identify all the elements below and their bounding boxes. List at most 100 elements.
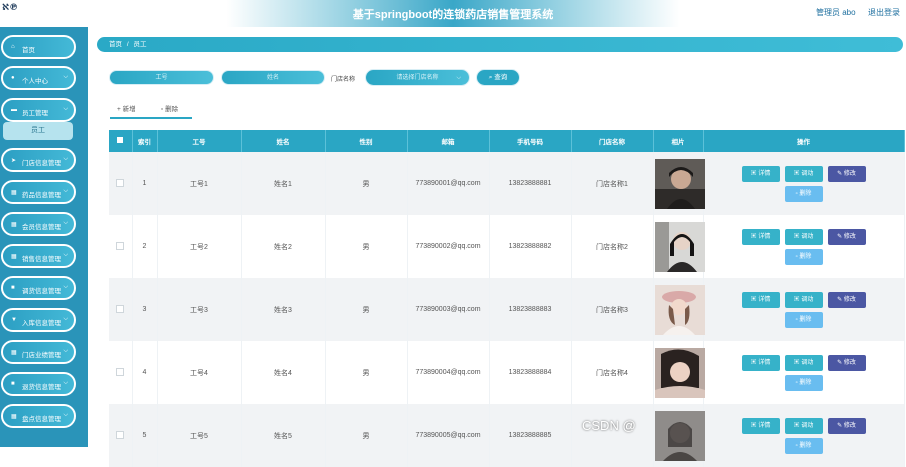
- row-checkbox[interactable]: [109, 215, 133, 278]
- column-header: 操作: [703, 130, 905, 152]
- delete-button[interactable]: ▫ 删除: [784, 185, 823, 202]
- chevron-down-icon: ⌵: [63, 348, 68, 354]
- edit-button[interactable]: ✎ 修改: [827, 165, 866, 182]
- sidebar-item-transfer-info[interactable]: ■ 调货信息管理 ⌵: [1, 276, 76, 300]
- row-gender: 男: [325, 215, 408, 278]
- transfer-button[interactable]: ▣ 调动: [784, 417, 823, 434]
- breadcrumb-current: 员工: [133, 41, 147, 48]
- row-checkbox[interactable]: [109, 278, 133, 341]
- delete-button[interactable]: ▫ 删除: [784, 374, 823, 391]
- logout-link[interactable]: 退出登录: [868, 7, 900, 18]
- top-bar: ℵ℗ 基于springboot的连锁药店销售管理系统 管理员 abo 退出登录: [0, 0, 906, 27]
- sidebar-item-sales-info[interactable]: ▦ 销售信息管理 ⌵: [1, 244, 76, 268]
- employee-photo[interactable]: [654, 284, 705, 335]
- edit-button[interactable]: ✎ 修改: [827, 228, 866, 245]
- detail-button[interactable]: ▣ 详情: [741, 417, 780, 434]
- row-actions: ▣ 详情 ▣ 调动 ✎ 修改 ▫ 删除: [703, 152, 905, 215]
- table-row: 3 工号3 姓名3 男 773890003@qq.com 13823888883…: [109, 278, 905, 341]
- sidebar-item-drug-info[interactable]: ▦ 药品信息管理 ⌵: [1, 180, 76, 204]
- grid-icon: ▦: [11, 350, 17, 356]
- delete-button[interactable]: ▫ 删除: [784, 248, 823, 265]
- sidebar-item-return-info[interactable]: ■ 退货信息管理 ⌵: [1, 372, 76, 396]
- detail-button[interactable]: ▣ 详情: [741, 228, 780, 245]
- row-phone: 13823888881: [489, 152, 572, 215]
- row-actions: ▣ 详情 ▣ 调动 ✎ 修改 ▫ 删除: [703, 278, 905, 341]
- row-index: 1: [132, 152, 158, 215]
- row-store: 门店名称4: [571, 341, 654, 404]
- transfer-label: 调动: [801, 233, 814, 240]
- sidebar-item-personal-center[interactable]: ● 个人中心 ⌵: [1, 66, 76, 90]
- row-store: 门店名称3: [571, 278, 654, 341]
- delete-button[interactable]: ▫ 删除: [784, 437, 823, 454]
- sidebar-item-home[interactable]: ⌂ 首页: [1, 35, 76, 59]
- sidebar-item-member-info[interactable]: ▦ 会员信息管理 ⌵: [1, 212, 76, 236]
- edit-button[interactable]: ✎ 修改: [827, 354, 866, 371]
- detail-button[interactable]: ▣ 详情: [741, 354, 780, 371]
- edit-button[interactable]: ✎ 修改: [827, 291, 866, 308]
- row-index: 5: [132, 404, 158, 467]
- transfer-button[interactable]: ▣ 调动: [784, 291, 823, 308]
- name-search-input[interactable]: 姓名: [221, 70, 325, 85]
- search-icon: ⌕: [488, 74, 493, 81]
- employee-photo[interactable]: [654, 410, 705, 461]
- row-email: 773890001@qq.com: [407, 152, 490, 215]
- sidebar-item-label: 员工管理: [22, 110, 48, 117]
- row-phone: 13823888885: [489, 404, 572, 467]
- row-index: 2: [132, 215, 158, 278]
- sidebar-item-stock-in-info[interactable]: ▼ 入库信息管理 ⌵: [1, 308, 76, 332]
- transfer-label: 调动: [801, 170, 814, 177]
- add-button[interactable]: + 新增: [117, 103, 136, 113]
- batch-delete-label: 删除: [165, 106, 179, 113]
- row-emp-no: 工号2: [157, 215, 242, 278]
- delete-button[interactable]: ▫ 删除: [784, 311, 823, 328]
- row-store: [571, 404, 654, 467]
- main-content: 首页 / 员工 工号 姓名 门店名称 请选择门店名称 ⌵ ⌕ 查询 + 新增 ▫…: [88, 27, 906, 467]
- action-tab-underline: [110, 117, 192, 119]
- edit-button[interactable]: ✎ 修改: [827, 417, 866, 434]
- employee-photo[interactable]: [654, 158, 705, 209]
- store-select[interactable]: 请选择门店名称 ⌵: [365, 69, 470, 86]
- row-photo-cell: [653, 404, 705, 467]
- row-checkbox[interactable]: [109, 341, 133, 404]
- store-name-label: 门店名称: [331, 77, 356, 83]
- row-checkbox[interactable]: [109, 404, 133, 467]
- sidebar-item-store-performance[interactable]: ▦ 门店业绩管理 ⌵: [1, 340, 76, 364]
- doc-icon: ▣: [750, 170, 757, 177]
- doc-icon: ▣: [750, 359, 757, 366]
- transfer-button[interactable]: ▣ 调动: [784, 165, 823, 182]
- breadcrumb-home[interactable]: 首页: [109, 41, 122, 48]
- chevron-down-icon: ⌵: [63, 156, 68, 162]
- trash-icon: ▫: [161, 106, 164, 113]
- sidebar-item-inventory-check[interactable]: ▦ 盘点信息管理 ⌵: [1, 404, 76, 428]
- doc-icon: ▣: [793, 296, 800, 303]
- detail-button[interactable]: ▣ 详情: [741, 291, 780, 308]
- row-actions: ▣ 详情 ▣ 调动 ✎ 修改 ▫ 删除: [703, 215, 905, 278]
- edit-label: 修改: [843, 233, 856, 240]
- edit-label: 修改: [843, 359, 856, 366]
- transfer-button[interactable]: ▣ 调动: [784, 228, 823, 245]
- batch-delete-button[interactable]: ▫ 删除: [161, 103, 178, 113]
- row-checkbox[interactable]: [109, 152, 133, 215]
- select-all-checkbox[interactable]: [109, 130, 133, 152]
- chevron-down-icon: ⌵: [63, 380, 68, 386]
- detail-label: 详情: [758, 233, 771, 240]
- sidebar-item-store-info[interactable]: ➤ 门店信息管理 ⌵: [1, 148, 76, 172]
- row-photo-cell: [653, 152, 705, 215]
- sidebar-item-label: 首页: [22, 47, 35, 54]
- transfer-label: 调动: [801, 422, 814, 429]
- sidebar-item-employee-management[interactable]: ▬ 员工管理 ⌵: [1, 98, 76, 122]
- trash-icon: ▫: [795, 442, 798, 449]
- pencil-icon: ✎: [837, 170, 843, 177]
- detail-button[interactable]: ▣ 详情: [741, 165, 780, 182]
- employee-photo[interactable]: [654, 347, 705, 398]
- sidebar-item-label: 个人中心: [22, 78, 48, 85]
- transfer-button[interactable]: ▣ 调动: [784, 354, 823, 371]
- edit-label: 修改: [843, 296, 856, 303]
- sidebar-subitem-employee[interactable]: 员工: [3, 122, 73, 140]
- breadcrumb: 首页 / 员工: [97, 37, 903, 52]
- emp-no-search-input[interactable]: 工号: [109, 70, 214, 85]
- delete-label: 删除: [799, 190, 812, 197]
- employee-photo[interactable]: [654, 221, 705, 272]
- chevron-down-icon: ⌵: [63, 188, 68, 194]
- query-button[interactable]: ⌕ 查询: [476, 69, 520, 86]
